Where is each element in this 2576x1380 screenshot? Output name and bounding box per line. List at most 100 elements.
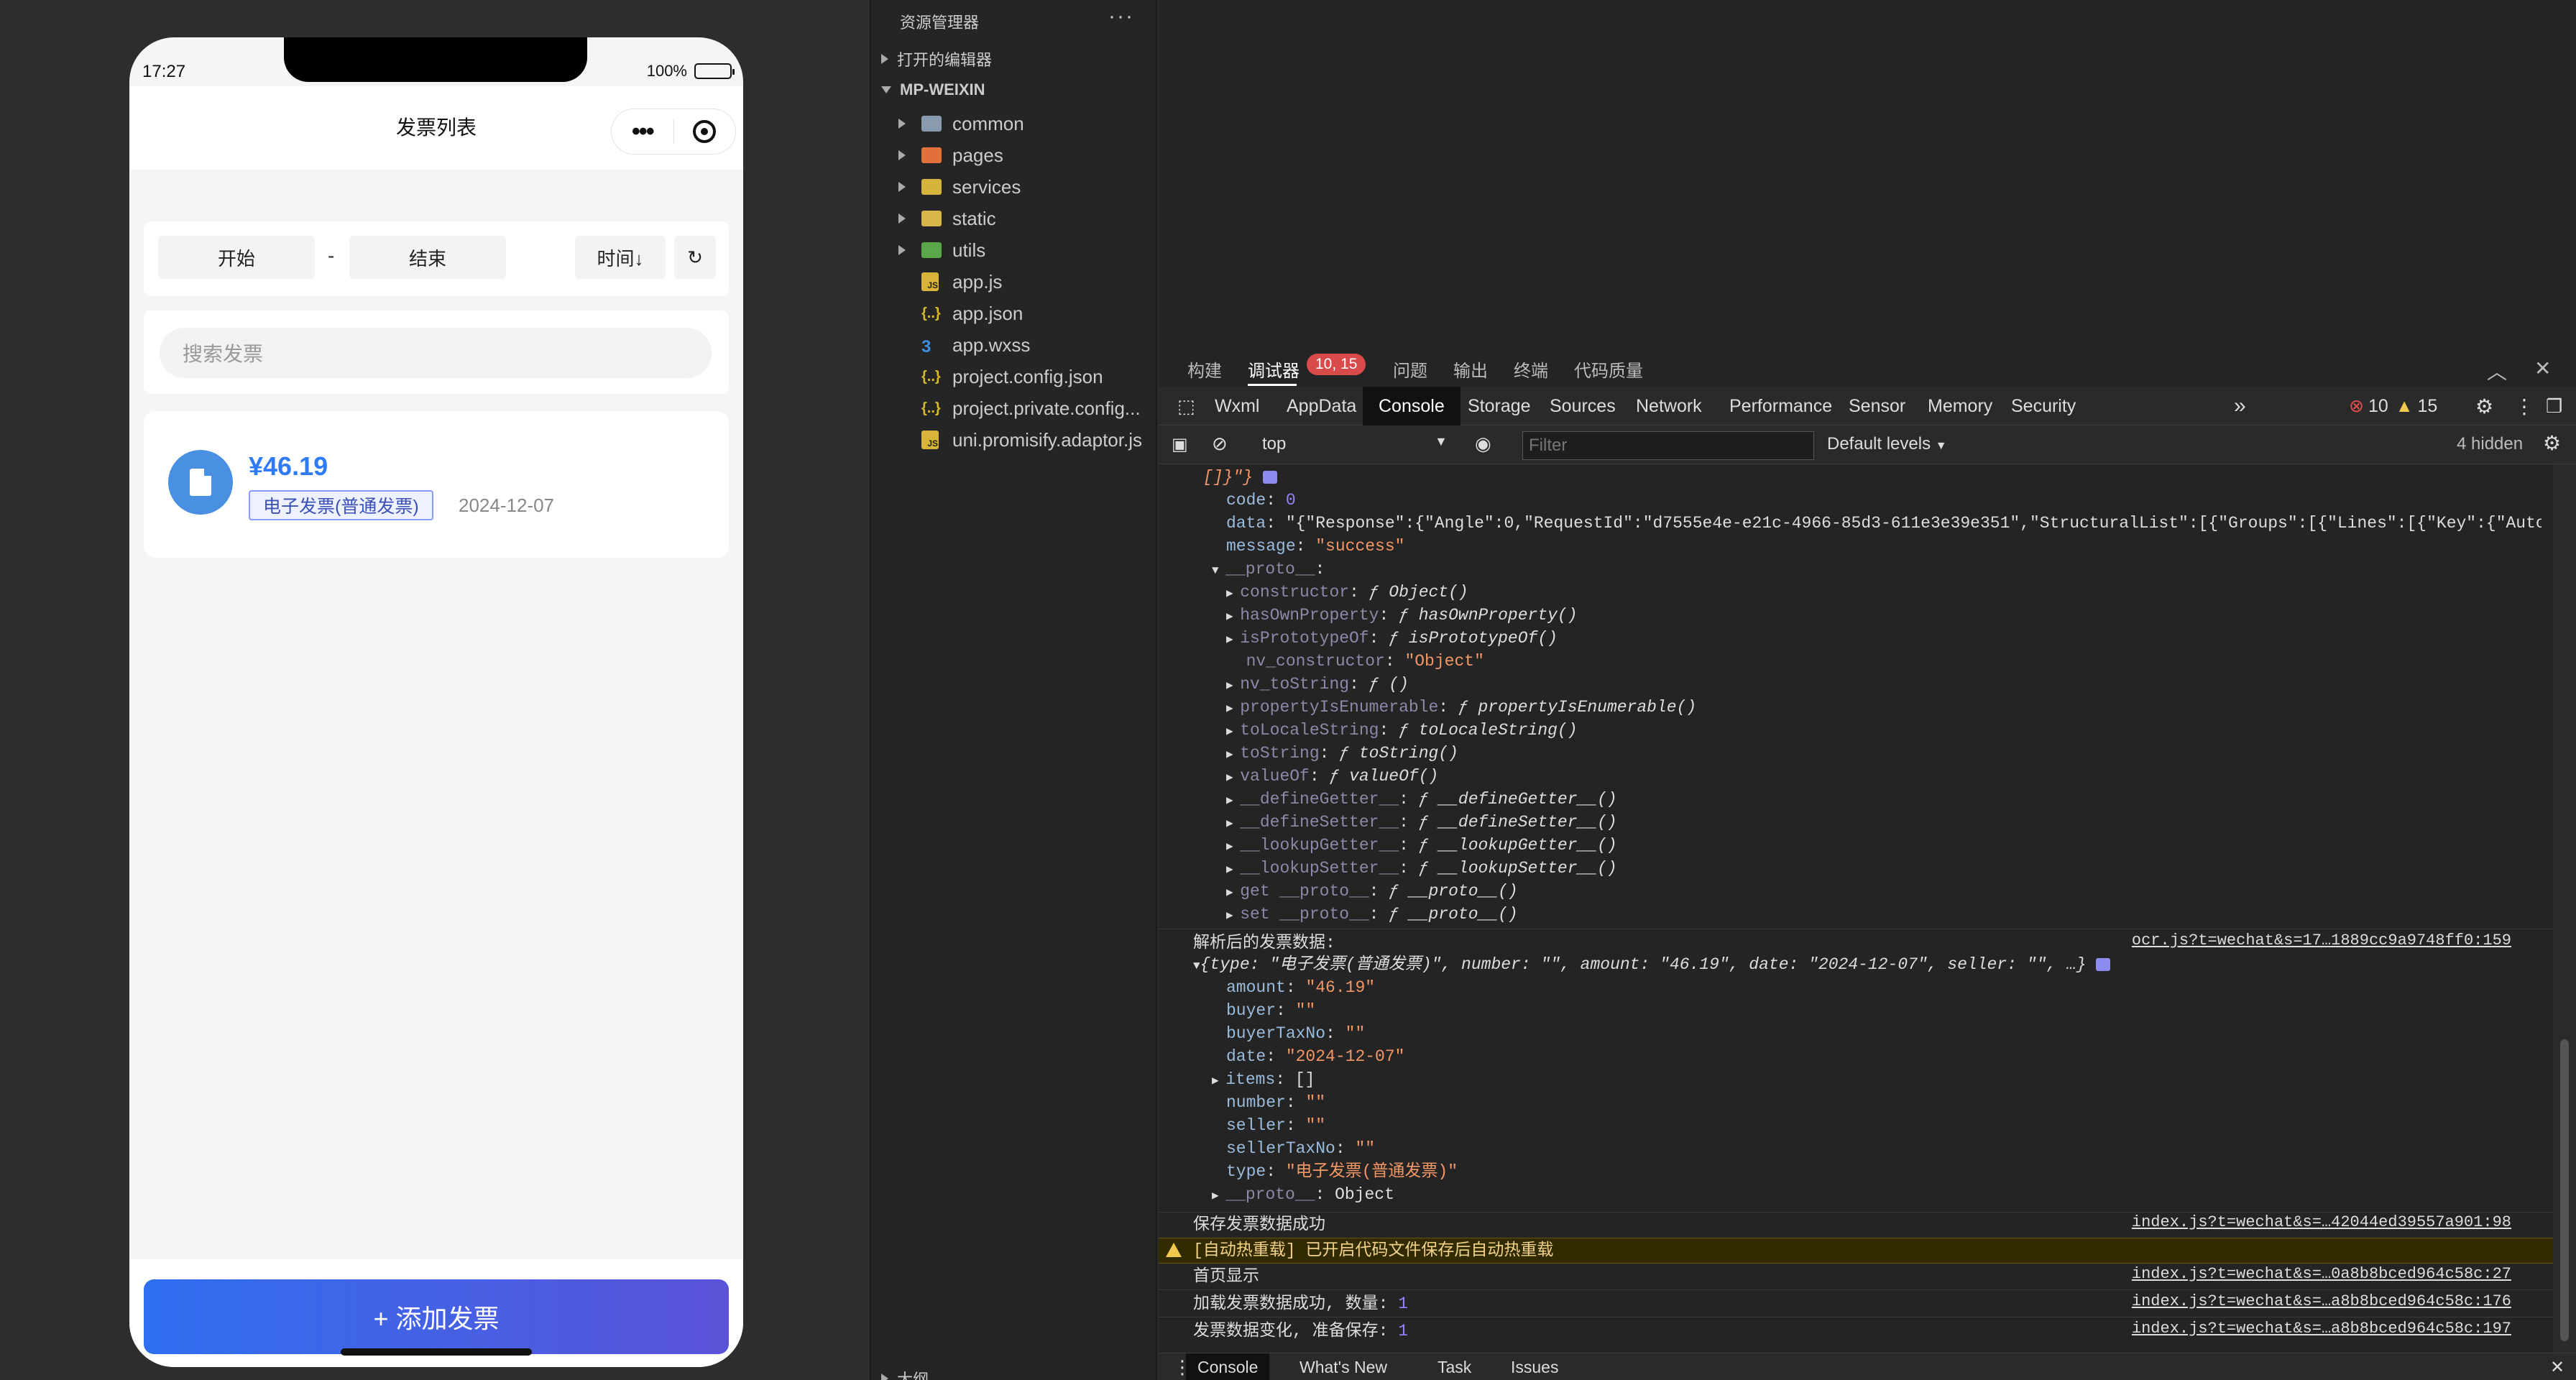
add-invoice-button[interactable]: + 添加发票 [144,1279,729,1354]
folder-services[interactable]: services [871,171,1157,203]
chevron-right-icon [898,119,906,129]
drawer-tab-whats-new[interactable]: What's New [1288,1353,1399,1380]
source-link-index[interactable]: index.js?t=wechat&s=…a8b8bced964c58c:197 [2132,1320,2511,1338]
close-icon[interactable]: ✕ [2534,356,2551,380]
clear-console-icon[interactable]: ⊘ [1212,433,1228,455]
proto-member[interactable]: ▶ toLocaleString: ƒ toLocaleString() [1226,719,1578,742]
tab-sensor[interactable]: Sensor [1833,387,1921,426]
explorer-more-icon[interactable]: ··· [1108,4,1134,29]
start-date-button[interactable]: 开始 [158,236,315,279]
tab-sources[interactable]: Sources [1534,387,1632,426]
project-section[interactable]: MP-WEIXIN [881,80,985,99]
outline-section[interactable]: 大纲 [881,1367,929,1380]
context-select[interactable]: top [1262,434,1286,454]
tab-storage[interactable]: Storage [1452,387,1547,426]
proto-member[interactable]: ▶ isPrototypeOf: ƒ isPrototypeOf() [1226,627,1558,650]
tab-performance[interactable]: Performance [1714,387,1848,426]
context-dropdown-icon[interactable]: ▼ [1435,434,1448,449]
tab-network[interactable]: Network [1620,387,1718,426]
proto-member[interactable]: ▶ hasOwnProperty: ƒ hasOwnProperty() [1226,604,1578,627]
open-editors-section[interactable]: 打开的编辑器 [881,47,992,70]
source-link-index[interactable]: index.js?t=wechat&s=…a8b8bced964c58c:176 [2132,1292,2511,1310]
json-file-icon: {..} [921,369,941,385]
source-link-index[interactable]: index.js?t=wechat&s=…42044ed39557a901:98 [2132,1213,2511,1231]
drawer-tab-issues[interactable]: Issues [1499,1353,1570,1380]
sidebar-toggle-icon[interactable]: ▣ [1172,434,1188,455]
console-scrollbar[interactable] [2553,464,2576,1353]
parsed-summary[interactable]: ▼{type: "电子发票(普通发票)", number: "", amount… [1193,953,2111,976]
end-date-button[interactable]: 结束 [349,236,506,279]
proto-member[interactable]: nv_constructor: "Object" [1226,650,1484,673]
proto-member[interactable]: ▶ get __proto__: ƒ __proto__() [1226,880,1518,903]
console-settings-icon[interactable]: ⚙ [2543,431,2561,455]
tab-problems[interactable]: 问题 [1393,356,1427,382]
proto-member[interactable]: ▶ toString: ƒ toString() [1226,742,1458,765]
folder-pages[interactable]: pages [871,139,1157,171]
proto-member[interactable]: ▶ __defineSetter__: ƒ __defineSetter__() [1226,811,1617,834]
drawer-tab-task[interactable]: Task [1426,1353,1483,1380]
source-link-ocr[interactable]: ocr.js?t=wechat&s=17…1889cc9a9748ff0:159 [2132,932,2511,949]
tab-output[interactable]: 输出 [1453,356,1488,382]
tab-security[interactable]: Security [1995,387,2092,426]
parsed-field: date: "2024-12-07" [1226,1047,1405,1066]
tab-debugger[interactable]: 调试器 [1248,356,1300,382]
console-prop-data: data: "{"Response":{"Angle":0,"RequestId… [1226,514,2542,533]
file-uni-promisify[interactable]: JS uni.promisify.adaptor.js [871,424,1157,456]
tab-memory[interactable]: Memory [1912,387,2008,426]
tab-code-quality[interactable]: 代码质量 [1574,356,1643,382]
file-app-json[interactable]: {..} app.json [871,298,1157,329]
scrollbar-thumb[interactable] [2560,1039,2569,1341]
tab-build[interactable]: 构建 [1187,356,1222,382]
log-separator [1159,1289,2553,1290]
file-project-private-config[interactable]: {..} project.private.config... [871,392,1157,424]
folder-common[interactable]: common [871,108,1157,139]
proto-member[interactable]: ▶ valueOf: ƒ valueOf() [1226,765,1438,788]
proto-member[interactable]: ▶ set __proto__: ƒ __proto__() [1226,903,1518,926]
sort-time-button[interactable]: 时间↓ [575,236,666,279]
close-drawer-icon[interactable]: ✕ [2539,1353,2576,1380]
date-range-dash: - [328,244,335,267]
more-icon[interactable]: ••• [612,119,673,144]
chevron-down-icon [881,86,891,93]
log-save-success: 保存发票数据成功 [1193,1215,1325,1234]
devtools-panel: 构建 调试器 10, 15 问题 输出 终端 代码质量 ︿ ✕ ⬚ Wxml A… [1159,0,2576,1380]
tab-wxml[interactable]: Wxml [1199,387,1275,426]
parsed-field[interactable]: ▶ items: [] [1212,1068,1315,1091]
file-app-wxss[interactable]: 3 app.wxss [871,329,1157,361]
search-input[interactable]: 搜索发票 [160,328,712,378]
battery-percent: 100% [646,62,687,80]
issues-counter[interactable]: ⊗ 10 ▲ 15 [2333,387,2453,426]
proto-member[interactable]: ▶ __lookupSetter__: ƒ __lookupSetter__() [1226,857,1617,880]
console-filter-input[interactable] [1522,431,1814,460]
tab-terminal[interactable]: 终端 [1514,356,1548,382]
open-editors-label: 打开的编辑器 [897,51,993,69]
proto-member[interactable]: ▶ constructor: ƒ Object() [1226,581,1468,604]
more-tabs-icon[interactable]: » [2218,387,2262,426]
folder-utils[interactable]: utils [871,234,1157,266]
parsed-field: buyer: "" [1226,1001,1316,1020]
phone-notch [284,37,587,82]
invoice-card[interactable]: ¥46.19 电子发票(普通发票) 2024-12-07 [144,411,729,558]
tab-console[interactable]: Console [1363,387,1460,426]
drawer-tab-console[interactable]: Console [1186,1353,1270,1380]
source-link-index[interactable]: index.js?t=wechat&s=…0a8b8bced964c58c:27 [2132,1265,2511,1283]
folder-icon [921,242,942,258]
proto-member[interactable]: ▶ propertyIsEnumerable: ƒ propertyIsEnum… [1226,696,1696,719]
close-miniprogram-icon[interactable] [674,120,736,143]
tab-appdata[interactable]: AppData [1271,387,1372,426]
status-battery: 100% [646,62,735,80]
folder-static[interactable]: static [871,203,1157,234]
proto-member[interactable]: ▶ nv_toString: ƒ () [1226,673,1409,696]
file-app-js[interactable]: JS app.js [871,266,1157,298]
parsed-field[interactable]: ▶ __proto__: Object [1212,1183,1394,1206]
file-project-config[interactable]: {..} project.config.json [871,361,1157,392]
log-levels-select[interactable]: Default levels ▼ [1827,434,1947,454]
proto-member[interactable]: ▶ __defineGetter__: ƒ __defineGetter__() [1226,788,1617,811]
dock-icon[interactable]: ❐ [2530,387,2576,426]
live-expression-eye-icon[interactable]: ◉ [1475,433,1491,455]
refresh-icon[interactable]: ↻ [674,236,716,279]
chevron-up-icon[interactable]: ︿ [2487,356,2507,385]
proto-member[interactable]: ▶ __lookupGetter__: ƒ __lookupGetter__() [1226,834,1617,857]
console-proto-toggle[interactable]: ▼ __proto__: [1212,558,1325,581]
folder-icon [921,211,942,226]
